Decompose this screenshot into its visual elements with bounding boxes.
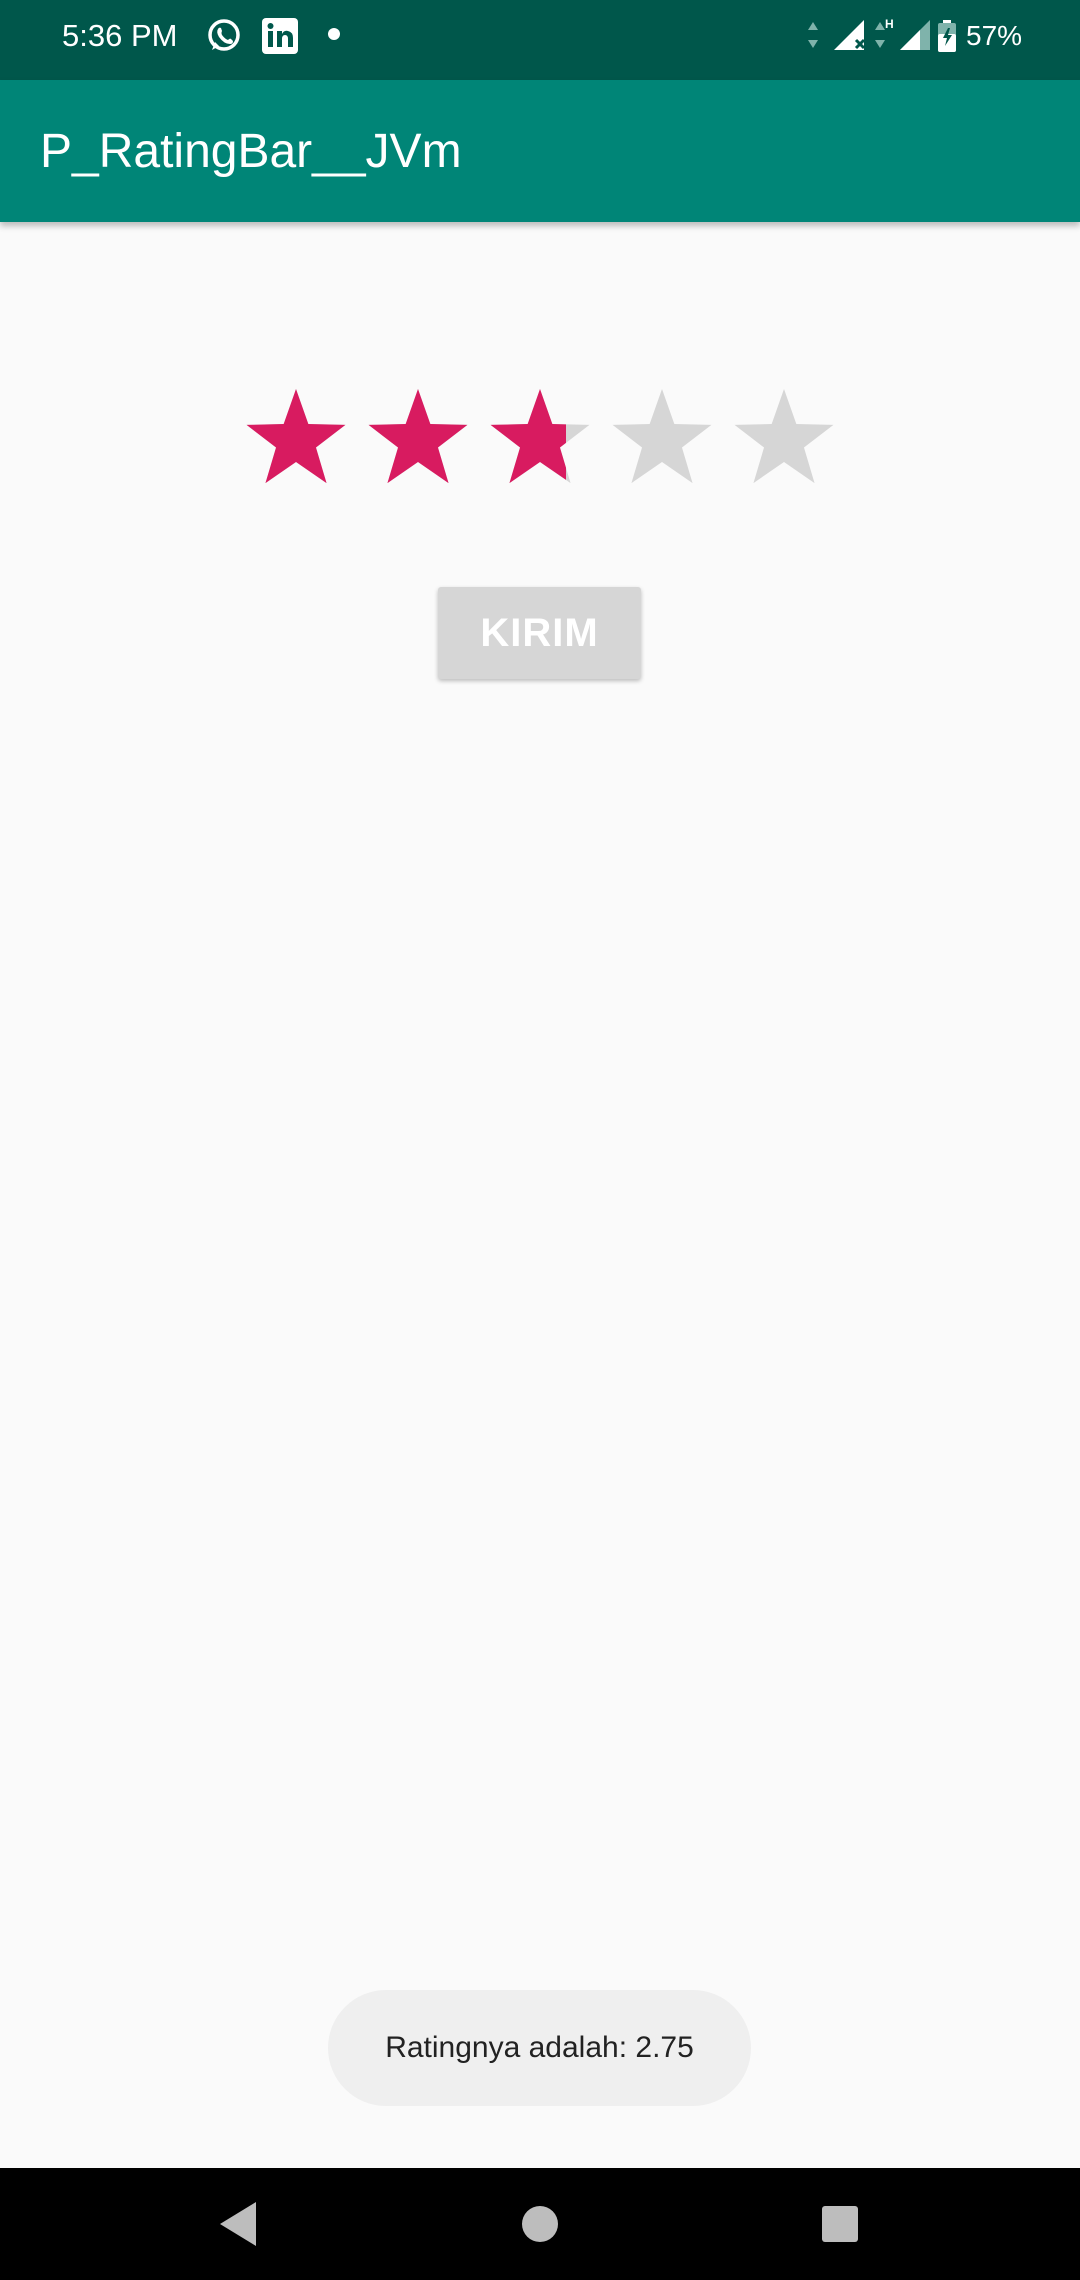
star-empty-5[interactable] [734, 389, 834, 484]
data-arrows-icon [802, 16, 824, 56]
linkedin-icon [260, 16, 300, 56]
status-time: 5:36 PM [62, 18, 178, 53]
whatsapp-icon [204, 16, 244, 56]
battery-icon [934, 16, 960, 56]
navigation-bar [0, 2168, 1080, 2280]
status-bar: 5:36 PM H 57% [0, 0, 1080, 80]
back-icon[interactable] [200, 2188, 272, 2260]
notification-dot [328, 28, 340, 40]
star-filled-2[interactable] [368, 389, 468, 484]
app-bar: P_RatingBar__JVm [0, 80, 1080, 222]
rating-stars[interactable] [241, 383, 841, 493]
signal-icon [896, 16, 936, 56]
star-filled-1[interactable] [246, 389, 346, 484]
battery-percentage: 57% [966, 20, 1023, 51]
signal-icon [830, 16, 870, 56]
svg-text:H: H [885, 17, 894, 31]
data-arrows-icon: H [872, 16, 896, 56]
toast-message: Ratingnya adalah: 2.75 [328, 1990, 751, 2106]
home-icon[interactable] [504, 2188, 576, 2260]
star-empty-4[interactable] [612, 389, 712, 484]
rating-bar[interactable] [241, 383, 841, 493]
kirim-button[interactable]: KIRIM [438, 587, 641, 679]
app-title: P_RatingBar__JVm [40, 125, 462, 178]
recents-icon[interactable] [804, 2188, 876, 2260]
